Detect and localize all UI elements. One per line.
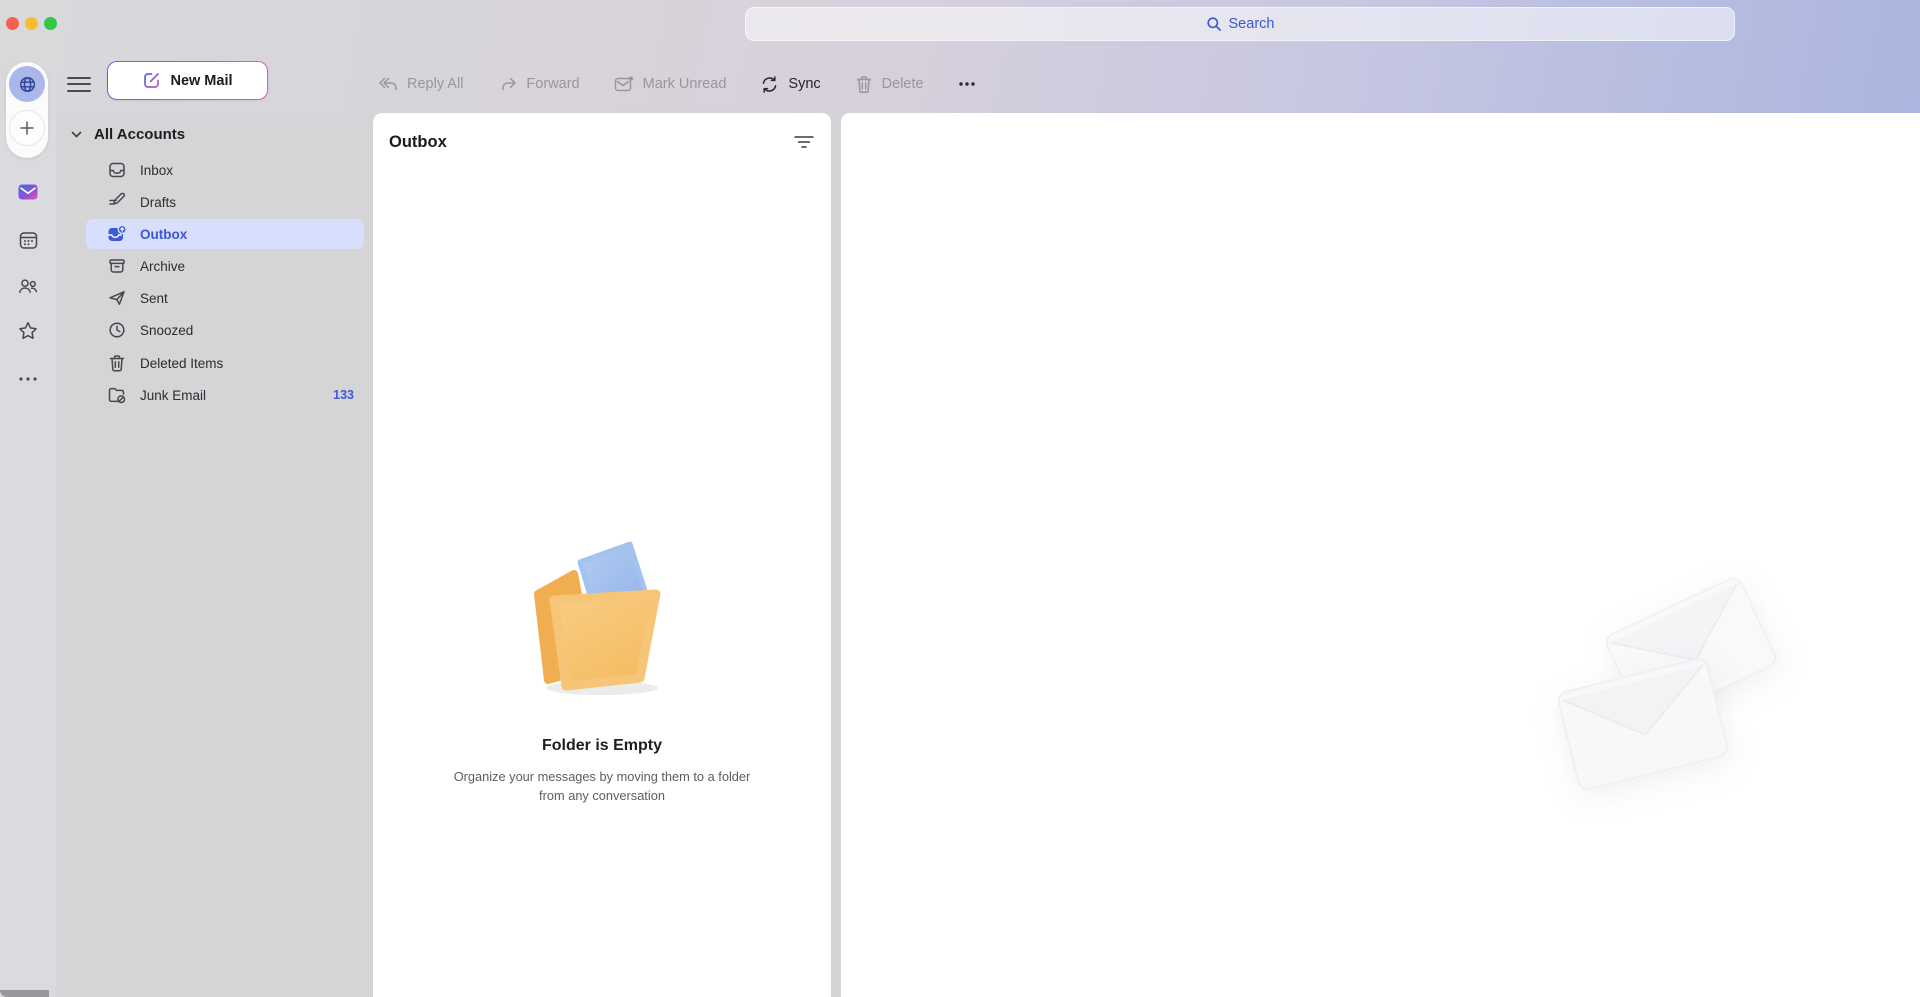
search-label: Search [1228, 16, 1275, 32]
folder-label: Drafts [140, 194, 177, 210]
list-pane-header: Outbox [389, 130, 817, 154]
account-avatar-button[interactable] [9, 66, 45, 102]
sidebar-item-outbox[interactable]: Outbox [86, 219, 364, 249]
empty-folder-illustration [522, 538, 682, 705]
sync-button[interactable]: Sync [760, 75, 821, 94]
star-icon [17, 320, 39, 342]
reading-pane [841, 113, 1920, 997]
rail-item-favorites[interactable] [17, 320, 39, 342]
delete-icon [855, 75, 873, 94]
folder-title: Outbox [389, 132, 447, 151]
mark-unread-label: Mark Unread [642, 76, 727, 92]
search-input[interactable]: Search [745, 7, 1735, 41]
deleted-items-icon [107, 353, 127, 373]
sync-icon [760, 75, 779, 94]
forward-button[interactable]: Forward [497, 75, 580, 93]
more-icon [958, 81, 976, 87]
sidebar-item-inbox[interactable]: Inbox [86, 155, 364, 185]
rail-item-more-apps[interactable] [17, 368, 39, 390]
filter-button[interactable] [791, 131, 817, 153]
empty-folder-state: Folder is Empty Organize your messages b… [373, 538, 831, 805]
globe-icon [17, 74, 38, 95]
sent-icon [107, 288, 127, 308]
mark-unread-button[interactable]: Mark Unread [614, 75, 727, 93]
mark-unread-icon [614, 75, 634, 93]
snoozed-icon [107, 320, 127, 340]
compose-icon [142, 71, 161, 90]
delete-button[interactable]: Delete [855, 75, 924, 94]
folder-label: Sent [140, 290, 168, 306]
more-actions-button[interactable] [958, 81, 976, 87]
archive-icon [107, 256, 127, 276]
junk-email-icon [107, 385, 127, 405]
add-account-button[interactable] [9, 110, 45, 146]
message-toolbar: Reply All Forward Mark Unread Sync Delet… [378, 63, 976, 105]
sidebar-item-junk-email[interactable]: Junk Email 133 [86, 380, 364, 410]
window-close-button[interactable] [6, 17, 19, 30]
forward-label: Forward [526, 76, 580, 92]
window-zoom-button[interactable] [44, 17, 57, 30]
envelope-watermark-icon [1555, 656, 1731, 797]
plus-icon [18, 119, 36, 137]
all-accounts-label: All Accounts [94, 125, 186, 143]
sidebar-toggle-button[interactable] [67, 72, 91, 96]
new-mail-label: New Mail [170, 72, 233, 89]
rail-item-mail[interactable] [17, 181, 39, 203]
message-list-pane: Outbox Folder is Empty Organize your mes… [373, 113, 831, 997]
mail-icon [17, 181, 39, 203]
folder-label: Archive [140, 258, 186, 274]
folder-label: Snoozed [140, 322, 194, 338]
outbox-icon [107, 224, 127, 244]
empty-state-subtitle: Organize your messages by moving them to… [453, 769, 751, 803]
folder-label: Deleted Items [140, 355, 224, 371]
folder-label: Inbox [140, 162, 174, 178]
ellipsis-icon [17, 375, 39, 383]
all-accounts-header[interactable]: All Accounts [70, 122, 360, 146]
rail-item-calendar[interactable] [17, 229, 39, 251]
delete-label: Delete [881, 76, 924, 92]
window-minimize-button[interactable] [25, 17, 38, 30]
drafts-icon [107, 192, 127, 212]
sync-label: Sync [788, 76, 821, 92]
reply-all-button[interactable]: Reply All [378, 75, 463, 93]
folder-label: Junk Email [140, 387, 207, 403]
sidebar-item-archive[interactable]: Archive [86, 251, 364, 281]
forward-icon [497, 75, 517, 93]
sidebar-item-sent[interactable]: Sent [86, 283, 364, 313]
sidebar-item-drafts[interactable]: Drafts [86, 187, 364, 217]
sidebar-item-snoozed[interactable]: Snoozed [86, 315, 364, 345]
sidebar-item-deleted-items[interactable]: Deleted Items [86, 348, 364, 378]
empty-state-title: Folder is Empty [541, 737, 663, 754]
window-bottom-edge [0, 990, 49, 997]
junk-email-count-badge: 133 [333, 388, 354, 402]
reply-all-icon [378, 75, 398, 93]
folder-label: Outbox [140, 226, 188, 242]
new-mail-button[interactable]: New Mail [107, 61, 268, 100]
chevron-down-icon [70, 128, 83, 141]
inbox-icon [107, 160, 127, 180]
people-icon [17, 275, 39, 297]
reply-all-label: Reply All [407, 76, 464, 92]
calendar-icon [18, 230, 39, 251]
search-icon [1206, 16, 1222, 32]
rail-item-people[interactable] [17, 275, 39, 297]
